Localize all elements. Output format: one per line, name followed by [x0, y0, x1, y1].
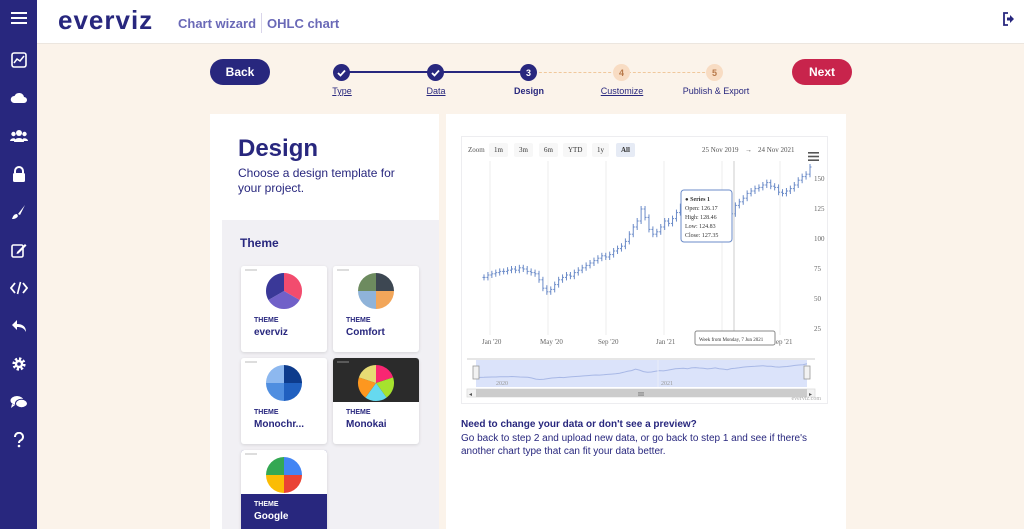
y-axis-label: 100	[814, 235, 825, 243]
step-4-number[interactable]: 4	[613, 64, 630, 81]
logout-icon[interactable]	[1002, 12, 1016, 31]
breadcrumb-chart-type: OHLC chart	[267, 16, 340, 31]
x-axis-label: Jan '21	[656, 338, 676, 346]
chart-preview: Zoom 1m 3m 6m YTD 1y All 25 Nov 2019 → 2…	[461, 136, 828, 404]
cloud-icon[interactable]	[0, 86, 37, 110]
menu-icon[interactable]	[0, 6, 37, 30]
theme-card-name: Comfort	[346, 327, 385, 338]
step-customize-link[interactable]: Customize	[601, 86, 644, 96]
y-axis-label: 50	[814, 295, 822, 303]
page-description: Choose a design template for your projec…	[238, 166, 395, 195]
step-5-number[interactable]: 5	[706, 64, 723, 81]
theme-preview-pie	[241, 266, 327, 310]
y-axis-label: 125	[814, 205, 825, 213]
preview-panel: Zoom 1m 3m 6m YTD 1y All 25 Nov 2019 → 2…	[446, 114, 846, 529]
date-tooltip-text: Week from Monday, 7 Jun 2021	[699, 338, 764, 343]
navigator-year-label: 2021	[661, 381, 673, 387]
navigator-selection	[476, 360, 807, 387]
scrollbar-left-arrow-icon[interactable]: ◂	[469, 392, 472, 398]
theme-card-name: Google	[254, 511, 289, 522]
step-design-label: Design	[513, 86, 545, 96]
navigator-left-handle[interactable]	[472, 365, 480, 380]
theme-card-monochr[interactable]: THEME Monochr...	[241, 358, 327, 444]
theme-card-label: THEME	[254, 409, 279, 416]
step-1-check-icon[interactable]	[333, 64, 350, 81]
logo[interactable]: everviz	[58, 5, 153, 36]
theme-section: Theme THEME everviz THEME Comfort THEME Monoc…	[222, 220, 439, 529]
help-message-body: Go back to step 2 and upload new data, o…	[461, 433, 808, 457]
theme-card-label: THEME	[254, 501, 279, 508]
design-panel: Design Choose a design template for your…	[210, 114, 439, 529]
settings-icon[interactable]	[0, 352, 37, 376]
chart-icon[interactable]	[0, 48, 37, 72]
theme-card-label: THEME	[254, 317, 279, 324]
chat-icon[interactable]	[0, 390, 37, 414]
x-axis-label: Sep '20	[598, 338, 619, 346]
step-data-link[interactable]: Data	[426, 86, 445, 96]
theme-card-monokai[interactable]: THEME Monokai	[333, 358, 419, 444]
tooltip-series: ● Series 1	[685, 197, 710, 203]
theme-card-label: THEME	[346, 409, 371, 416]
tooltip-low: Low: 124.83	[685, 224, 716, 230]
brush-icon[interactable]	[0, 200, 37, 224]
theme-preview-pie	[241, 450, 327, 494]
breadcrumb-chart-wizard[interactable]: Chart wizard	[178, 16, 256, 31]
breadcrumb-divider	[261, 13, 262, 33]
x-axis-label: Jan '20	[482, 338, 502, 346]
tooltip-close: Close: 127.35	[685, 233, 718, 239]
step-2-check-icon[interactable]	[427, 64, 444, 81]
theme-card-name: Monochr...	[254, 419, 304, 430]
theme-card-google[interactable]: THEME Google	[241, 450, 327, 529]
theme-card-name: everviz	[254, 327, 288, 338]
theme-heading: Theme	[240, 236, 279, 250]
code-icon[interactable]	[0, 276, 37, 300]
theme-card-comfort[interactable]: THEME Comfort	[333, 266, 419, 352]
navigator-year-label: 2020	[496, 381, 508, 387]
tooltip-open: Open: 126.17	[685, 206, 718, 212]
page-title: Design	[238, 135, 319, 162]
theme-card-label: THEME	[346, 317, 371, 324]
sidebar	[0, 0, 37, 529]
chart-credits[interactable]: everviz.com	[792, 396, 821, 402]
help-message-title: Need to change your data or don't see a …	[461, 419, 697, 430]
undo-icon[interactable]	[0, 314, 37, 338]
back-button[interactable]: Back	[210, 59, 270, 85]
step-3-number: 3	[520, 64, 537, 81]
theme-card-everviz[interactable]: THEME everviz	[241, 266, 327, 352]
edit-icon[interactable]	[0, 238, 37, 262]
theme-card-name: Monokai	[346, 419, 387, 430]
theme-preview-pie	[333, 266, 419, 310]
help-icon[interactable]	[0, 428, 37, 452]
theme-preview-pie	[241, 358, 327, 402]
x-axis-label: May '20	[540, 338, 563, 346]
y-axis-label: 25	[814, 325, 822, 333]
y-axis-label: 150	[814, 175, 825, 183]
users-icon[interactable]	[0, 124, 37, 148]
top-header: everviz Chart wizard OHLC chart	[37, 0, 1024, 44]
next-button[interactable]: Next	[792, 59, 852, 85]
navigator-right-handle[interactable]	[803, 365, 811, 380]
step-type-link[interactable]: Type	[332, 86, 352, 96]
lock-icon[interactable]	[0, 162, 37, 186]
ohlc-chart[interactable]: Jan '20May '20Sep '20Jan '21May '21Sep '…	[462, 137, 829, 405]
step-publish-label[interactable]: Publish & Export	[683, 86, 750, 96]
y-axis-label: 75	[814, 265, 822, 273]
theme-preview-pie	[333, 358, 419, 402]
tooltip-high: High: 128.46	[685, 215, 717, 221]
scrollbar-grip-icon: III	[638, 392, 644, 398]
